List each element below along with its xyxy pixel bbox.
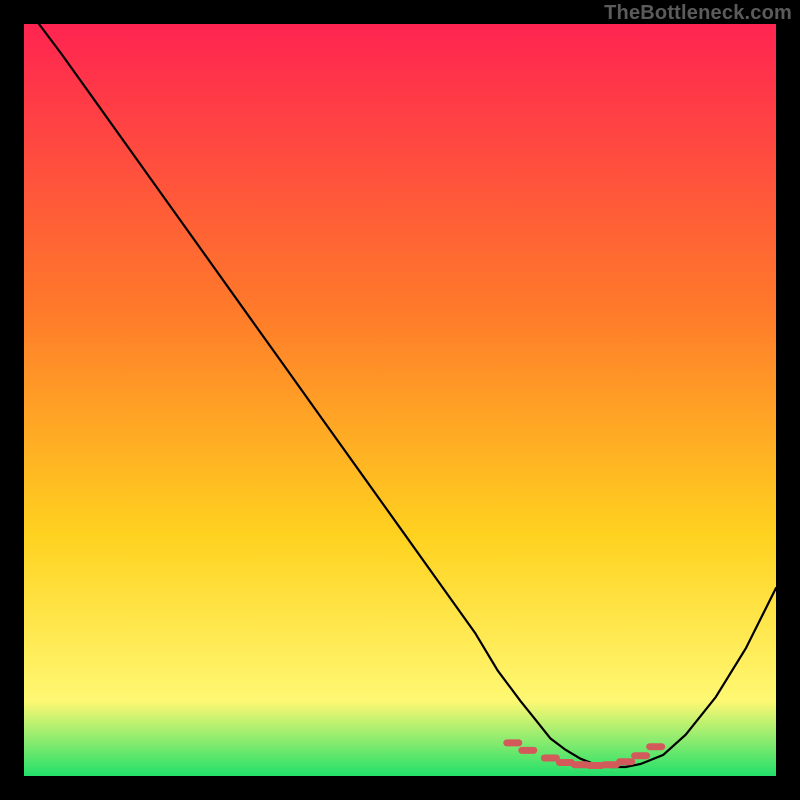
plot-area bbox=[24, 24, 776, 776]
chart-container: TheBottleneck.com bbox=[0, 0, 800, 800]
chart-svg bbox=[24, 24, 776, 776]
gradient-background bbox=[24, 24, 776, 776]
watermark: TheBottleneck.com bbox=[604, 2, 792, 25]
